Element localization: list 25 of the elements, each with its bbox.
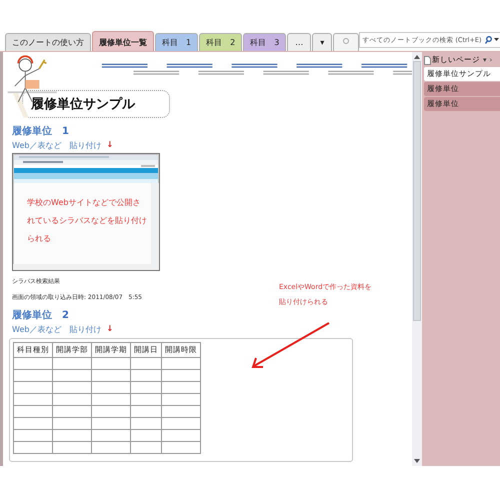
dropdown-icon [494, 38, 500, 42]
section-heading: 履修単位 2 [12, 308, 70, 322]
circle-icon [342, 37, 350, 45]
search-icon [485, 36, 492, 44]
scrollbar[interactable] [412, 52, 422, 466]
page-title: 履修単位サンプル [22, 90, 170, 118]
arrow-mark: ↓ [106, 140, 114, 151]
scroll-thumb[interactable] [413, 61, 421, 321]
subheading: Web／表など 貼り付け [12, 140, 102, 151]
more-tabs-button[interactable]: … [287, 33, 312, 51]
section-tab[interactable]: 科目 2 [199, 33, 242, 51]
scroll-up-icon [414, 55, 420, 59]
arrow-mark: ↓ [106, 324, 114, 335]
section-tab[interactable]: 科目 3 [243, 33, 286, 51]
section-tab[interactable]: このノートの使い方 [5, 33, 91, 51]
section-tab[interactable]: 科目 1 [155, 33, 198, 51]
tab-menu-button[interactable]: ▾ [312, 33, 332, 51]
subheading: Web／表など 貼り付け [12, 324, 102, 335]
scroll-down-icon [414, 459, 420, 463]
page-icon [424, 56, 431, 64]
arrow-icon [251, 322, 331, 370]
overlay-text: 学校のWebサイトなどで公開されているシラバスなどを貼り付けられる [27, 197, 147, 245]
new-tab-button[interactable] [333, 33, 360, 51]
section-heading: 履修単位 1 [12, 124, 70, 138]
section-tab[interactable]: 履修単位一覧 [92, 31, 154, 51]
